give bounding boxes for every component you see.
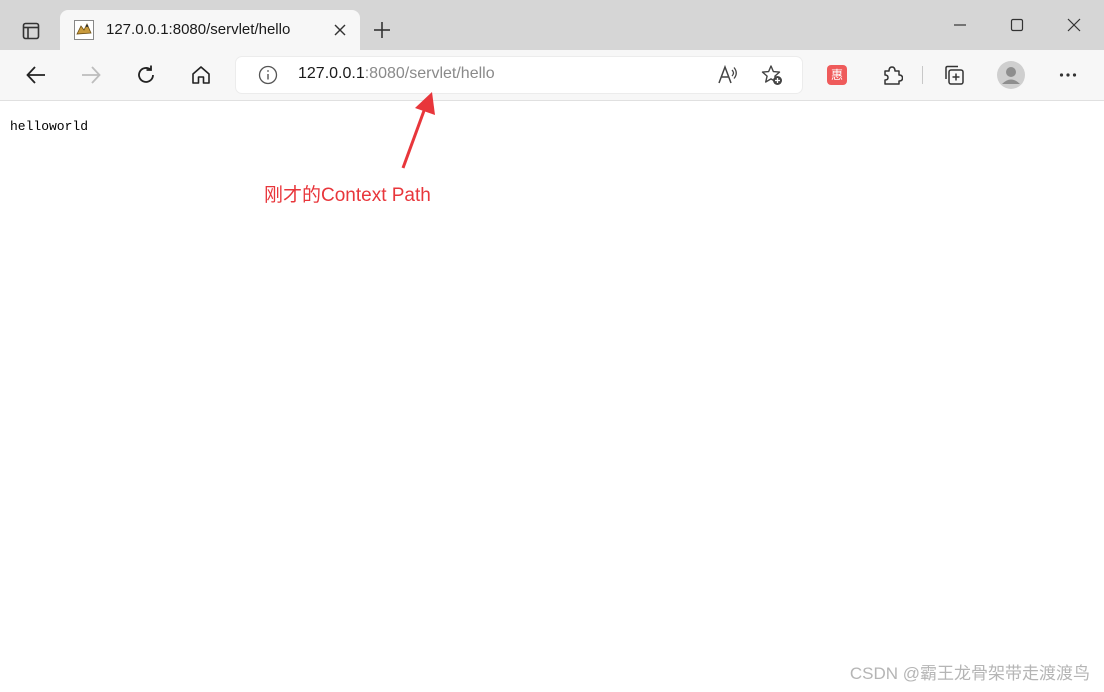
active-tab[interactable]: 127.0.0.1:8080/servlet/hello — [60, 10, 360, 50]
home-icon — [192, 66, 210, 84]
avatar-icon — [997, 61, 1025, 89]
new-tab-button[interactable] — [368, 16, 396, 44]
maximize-button[interactable] — [997, 10, 1037, 40]
tomcat-favicon-icon — [74, 20, 94, 40]
tab-close-button[interactable] — [330, 20, 350, 40]
more-menu-button[interactable] — [1052, 59, 1084, 91]
address-url[interactable]: 127.0.0.1:8080/servlet/hello — [298, 65, 495, 83]
window-close-icon — [1067, 18, 1081, 32]
window-close-button[interactable] — [1054, 10, 1094, 40]
browser-toolbar: 127.0.0.1:8080/servlet/hello 惠 — [0, 50, 1104, 101]
collections-button[interactable] — [938, 59, 970, 91]
add-favorite-button[interactable] — [760, 63, 784, 87]
close-icon — [334, 24, 346, 36]
refresh-icon — [138, 65, 154, 83]
profile-button[interactable] — [995, 59, 1027, 91]
forward-button[interactable] — [75, 59, 107, 91]
plus-icon — [374, 22, 390, 38]
coupon-extension-button[interactable]: 惠 — [821, 59, 853, 91]
address-bar[interactable]: 127.0.0.1:8080/servlet/hello — [236, 57, 802, 93]
url-path: :8080/servlet/hello — [364, 65, 495, 82]
maximize-icon — [1010, 18, 1024, 32]
page-content: helloworld 刚才的Context Path CSDN @霸王龙骨架带走… — [0, 101, 1104, 692]
csdn-watermark: CSDN @霸王龙骨架带走渡渡鸟 — [849, 664, 1090, 683]
page-body-text: helloworld — [10, 119, 89, 134]
refresh-button[interactable] — [130, 59, 162, 91]
forward-arrow-icon — [82, 66, 101, 84]
coupon-extension-label: 惠 — [830, 68, 843, 82]
back-button[interactable] — [20, 59, 52, 91]
back-arrow-icon — [26, 66, 45, 84]
home-button[interactable] — [185, 59, 217, 91]
extensions-button[interactable] — [876, 59, 908, 91]
tab-actions-icon — [22, 22, 40, 40]
collections-icon — [945, 65, 964, 85]
puzzle-icon — [884, 66, 903, 85]
minimize-button[interactable] — [940, 10, 980, 40]
annotation-label: 刚才的Context Path — [264, 185, 431, 206]
tab-actions-button[interactable] — [14, 14, 48, 48]
read-aloud-icon — [718, 64, 737, 84]
more-dots-icon — [1059, 73, 1077, 77]
star-add-icon — [761, 65, 782, 85]
site-info-icon[interactable] — [258, 65, 278, 85]
minimize-icon — [954, 24, 966, 26]
toolbar-separator — [922, 66, 923, 84]
tab-title: 127.0.0.1:8080/servlet/hello — [106, 21, 291, 38]
url-host: 127.0.0.1 — [298, 65, 365, 82]
tab-strip: 127.0.0.1:8080/servlet/hello — [0, 0, 1104, 50]
read-aloud-button[interactable] — [716, 63, 740, 87]
